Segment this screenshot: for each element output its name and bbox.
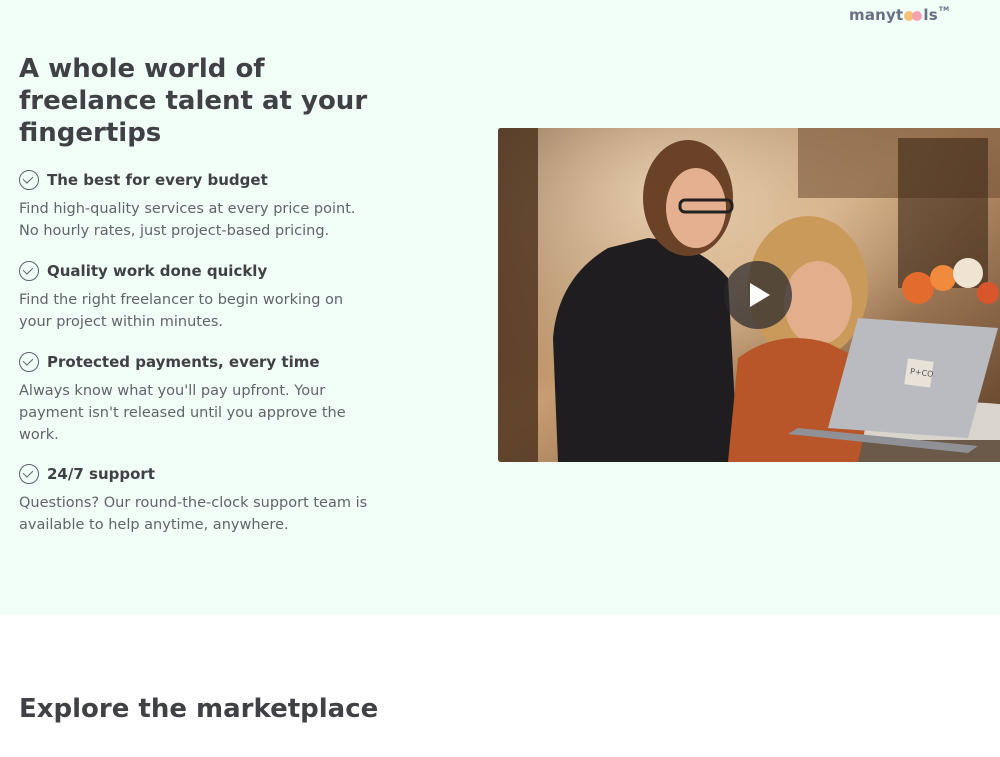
feature-title: 24/7 support [47,465,155,483]
hero-section: manyt lsTM A whole world of freelance tal… [0,0,1000,615]
video-player[interactable]: P+CO [498,128,1000,462]
explore-heading: Explore the marketplace [19,694,379,724]
play-icon[interactable] [724,261,792,329]
checkmark-circle-icon [19,170,39,190]
manytools-logo[interactable]: manyt lsTM [849,6,949,24]
feature-description: Find the right freelancer to begin worki… [19,292,344,330]
logo-text-start: manyt [849,6,904,24]
feature-title: Protected payments, every time [47,353,320,371]
checkmark-circle-icon [19,352,39,372]
feature-description: Find high-quality services at every pric… [19,201,356,239]
feature-budget: The best for every budget Find high-qual… [19,170,369,242]
logo-text-end: ls [923,6,938,24]
feature-description: Questions? Our round-the-clock support t… [19,495,368,533]
feature-description: Always know what you'll pay upfront. You… [19,383,346,443]
feature-title: The best for every budget [47,171,268,189]
logo-trademark: TM [938,6,950,13]
feature-quality: Quality work done quickly Find the right… [19,261,369,333]
logo-circles-icon [904,10,923,21]
feature-payments: Protected payments, every time Always kn… [19,352,369,446]
feature-support: 24/7 support Questions? Our round-the-cl… [19,464,369,536]
checkmark-circle-icon [19,261,39,281]
hero-title: A whole world of freelance talent at you… [19,54,368,148]
checkmark-circle-icon [19,464,39,484]
feature-title: Quality work done quickly [47,262,268,280]
